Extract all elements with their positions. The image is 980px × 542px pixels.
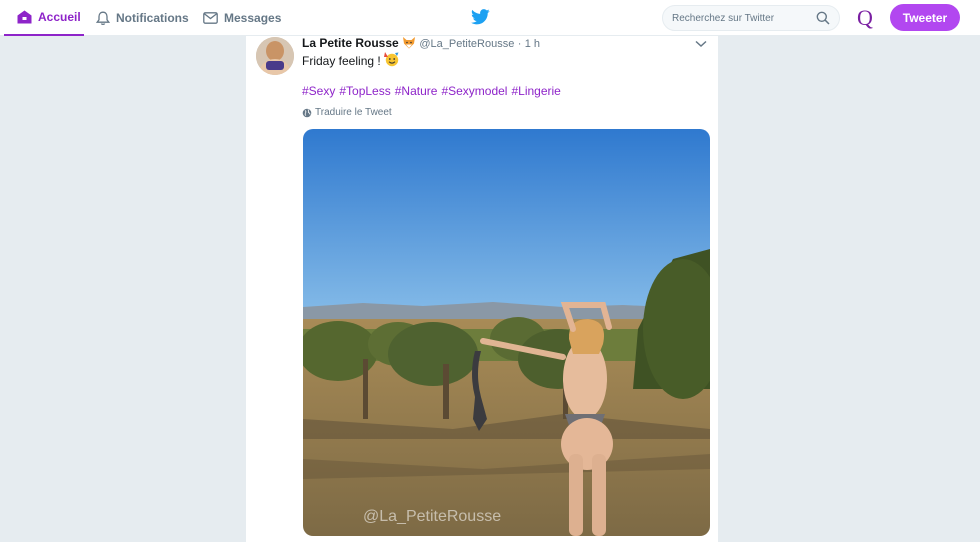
tweet-card[interactable]: La Petite Rousse @La_PetiteRousse · 1 h … [246,36,718,542]
globe-icon [302,108,312,117]
tweet-author-avatar[interactable] [256,37,294,75]
account-avatar[interactable]: Q [852,5,878,31]
search-input[interactable] [672,11,812,26]
compose-tweet-button[interactable]: Tweeter [890,4,960,31]
bell-icon [96,11,110,25]
top-navigation-bar: Accueil Notifications Messages Q Tweeter [0,0,980,36]
search-box [662,5,840,31]
tweet-meta-separator: · [517,38,522,50]
tweet-hashtags: #Sexy #TopLess #Nature #Sexymodel #Lingerie [302,84,565,98]
search-icon[interactable] [816,11,830,25]
nav-messages-tab[interactable]: Messages [203,0,281,36]
fox-emoji [403,37,416,49]
hashtag-link[interactable]: #Lingerie [511,84,560,98]
hashtag-link[interactable]: #Nature [395,84,438,98]
nav-messages-label: Messages [224,11,282,25]
translate-tweet-link[interactable]: Traduire le Tweet [302,107,392,118]
twitter-logo[interactable] [471,9,490,30]
home-icon [17,10,32,24]
hashtag-link[interactable]: #Sexymodel [441,84,507,98]
translate-label: Traduire le Tweet [315,107,392,118]
chevron-down-icon[interactable] [695,40,707,48]
tweet-author-name[interactable]: La Petite Rousse [302,36,399,50]
tweet-photo[interactable]: @La_PetiteRousse [303,129,710,536]
party-emoji [384,52,399,67]
nav-home-label: Accueil [38,10,81,24]
nav-notifications-tab[interactable]: Notifications [96,0,189,36]
tweet-text: Friday feeling ! [302,52,400,68]
nav-notifications-label: Notifications [116,11,189,25]
photo-watermark: @La_PetiteRousse [363,508,501,525]
envelope-icon [203,12,218,24]
tweet-timestamp[interactable]: 1 h [525,38,540,50]
tweet-text-body: Friday feeling ! [302,54,381,68]
tweet-header: La Petite Rousse @La_PetiteRousse · 1 h [302,36,540,50]
hashtag-link[interactable]: #Sexy [302,84,335,98]
twitter-bird-icon [471,9,490,25]
hashtag-link[interactable]: #TopLess [339,84,390,98]
nav-home-tab[interactable]: Accueil [4,0,84,36]
tweet-author-handle[interactable]: @La_PetiteRousse [419,38,514,50]
